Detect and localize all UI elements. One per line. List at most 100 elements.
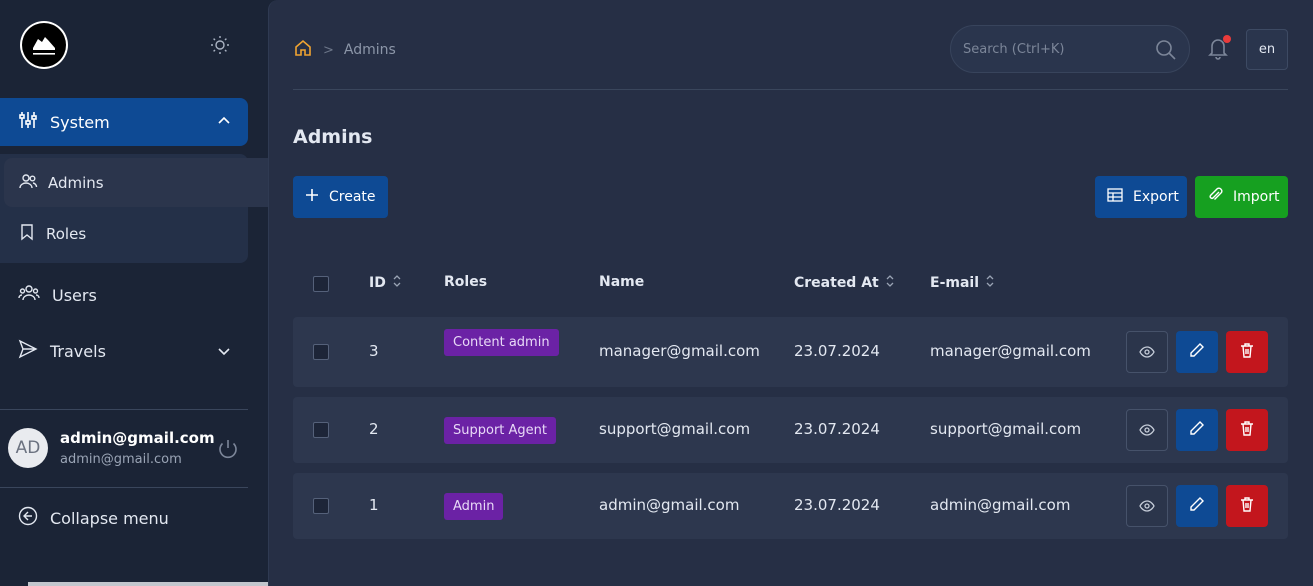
- search-input[interactable]: [963, 41, 1143, 57]
- users-icon: [18, 171, 38, 195]
- trash-icon: [1240, 420, 1254, 440]
- nav-system-label: System: [50, 112, 110, 132]
- page-title: Admins: [293, 126, 373, 148]
- breadcrumb: > Admins: [293, 38, 396, 62]
- language-switcher[interactable]: en: [1246, 29, 1288, 70]
- sun-icon[interactable]: [209, 34, 231, 56]
- column-created-at[interactable]: Created At: [794, 274, 895, 292]
- row-name: admin@gmail.com: [599, 496, 740, 514]
- sort-icon: [392, 274, 402, 292]
- delete-button[interactable]: [1226, 331, 1268, 373]
- breadcrumb-current: Admins: [343, 42, 396, 58]
- create-button[interactable]: Create: [293, 176, 388, 218]
- nav-travels[interactable]: Travels: [0, 329, 248, 373]
- column-id[interactable]: ID: [369, 274, 402, 292]
- column-id-label: ID: [369, 275, 386, 291]
- arrow-left-circle-icon: [18, 506, 38, 530]
- collapse-menu-button[interactable]: Collapse menu: [18, 506, 169, 530]
- role-badge: Support Agent: [444, 417, 557, 444]
- header-divider: [293, 89, 1288, 90]
- export-button[interactable]: Export: [1095, 176, 1187, 218]
- column-name: Name: [599, 274, 644, 290]
- column-created-at-label: Created At: [794, 275, 879, 291]
- chevron-up-icon: [216, 113, 232, 133]
- trash-icon: [1240, 342, 1254, 362]
- nav-system[interactable]: System: [0, 98, 248, 146]
- sidebar: System Admins Roles Users Travels AD adm…: [0, 0, 272, 586]
- create-label: Create: [329, 189, 376, 205]
- nav-admins-label: Admins: [48, 173, 104, 192]
- row-created-at: 23.07.2024: [794, 420, 880, 438]
- delete-button[interactable]: [1226, 409, 1268, 451]
- eye-icon: [1139, 343, 1155, 362]
- view-button[interactable]: [1126, 331, 1168, 373]
- table-row: 1 Admin admin@gmail.com 23.07.2024 admin…: [293, 473, 1288, 539]
- row-checkbox[interactable]: [313, 422, 329, 438]
- nav-users[interactable]: Users: [0, 273, 248, 317]
- collapse-menu-label: Collapse menu: [50, 508, 169, 528]
- pencil-icon: [1189, 420, 1205, 440]
- sort-icon: [985, 274, 995, 292]
- row-email: support@gmail.com: [930, 420, 1082, 438]
- view-button[interactable]: [1126, 485, 1168, 527]
- bell-icon[interactable]: [1207, 35, 1231, 64]
- table-row: 2 Support Agent support@gmail.com 23.07.…: [293, 397, 1288, 463]
- nav-travels-label: Travels: [50, 341, 106, 361]
- eye-icon: [1139, 497, 1155, 516]
- role-badge: Content admin: [444, 329, 559, 356]
- import-button[interactable]: Import: [1195, 176, 1288, 218]
- user-email: admin@gmail.com: [60, 452, 182, 467]
- nav-admins[interactable]: Admins: [4, 158, 272, 207]
- row-checkbox[interactable]: [313, 344, 329, 360]
- row-id: 2: [369, 420, 379, 438]
- export-label: Export: [1133, 189, 1179, 205]
- bookmark-icon: [18, 223, 36, 245]
- plus-icon: [305, 188, 319, 206]
- edit-button[interactable]: [1176, 485, 1218, 527]
- logo[interactable]: [20, 21, 68, 69]
- column-name-label: Name: [599, 274, 645, 290]
- search-box: [950, 25, 1190, 73]
- user-name: admin@gmail.com: [60, 429, 215, 447]
- sort-icon: [885, 274, 895, 292]
- sidebar-divider: [0, 409, 248, 410]
- power-icon[interactable]: [216, 437, 240, 465]
- nav-roles-label: Roles: [46, 225, 87, 243]
- select-all-checkbox[interactable]: [313, 276, 329, 292]
- column-roles-label: Roles: [444, 274, 488, 290]
- column-roles: Roles: [444, 274, 487, 290]
- edit-button[interactable]: [1176, 409, 1218, 451]
- avatar[interactable]: AD: [8, 428, 48, 468]
- home-icon[interactable]: [293, 38, 313, 62]
- row-id: 3: [369, 342, 379, 360]
- sliders-icon: [18, 110, 38, 134]
- row-name: manager@gmail.com: [599, 342, 760, 360]
- send-icon: [18, 339, 38, 363]
- logo-icon: [22, 23, 66, 67]
- edit-button[interactable]: [1176, 331, 1218, 373]
- main-content: > Admins en Admins Create Export: [268, 0, 1313, 586]
- eye-icon: [1139, 421, 1155, 440]
- table-icon: [1107, 188, 1123, 206]
- row-name: support@gmail.com: [599, 420, 751, 438]
- row-email: manager@gmail.com: [930, 342, 1091, 360]
- breadcrumb-separator: >: [323, 42, 334, 58]
- search-icon[interactable]: [1155, 39, 1177, 65]
- nav-roles[interactable]: Roles: [0, 210, 248, 258]
- column-email-label: E-mail: [930, 275, 980, 291]
- pencil-icon: [1189, 342, 1205, 362]
- notification-dot: [1223, 35, 1231, 43]
- table-header: ID Roles Name Created At E-mail: [293, 264, 1288, 304]
- chevron-down-icon: [216, 343, 232, 363]
- role-badge: Admin: [444, 493, 504, 520]
- row-checkbox[interactable]: [313, 498, 329, 514]
- column-email[interactable]: E-mail: [930, 274, 995, 292]
- view-button[interactable]: [1126, 409, 1168, 451]
- nav-users-label: Users: [52, 285, 97, 305]
- people-icon: [18, 283, 40, 307]
- pencil-icon: [1189, 496, 1205, 516]
- table-row: 3 Content admin manager@gmail.com 23.07.…: [293, 317, 1288, 387]
- delete-button[interactable]: [1226, 485, 1268, 527]
- row-created-at: 23.07.2024: [794, 342, 880, 360]
- row-created-at: 23.07.2024: [794, 496, 880, 514]
